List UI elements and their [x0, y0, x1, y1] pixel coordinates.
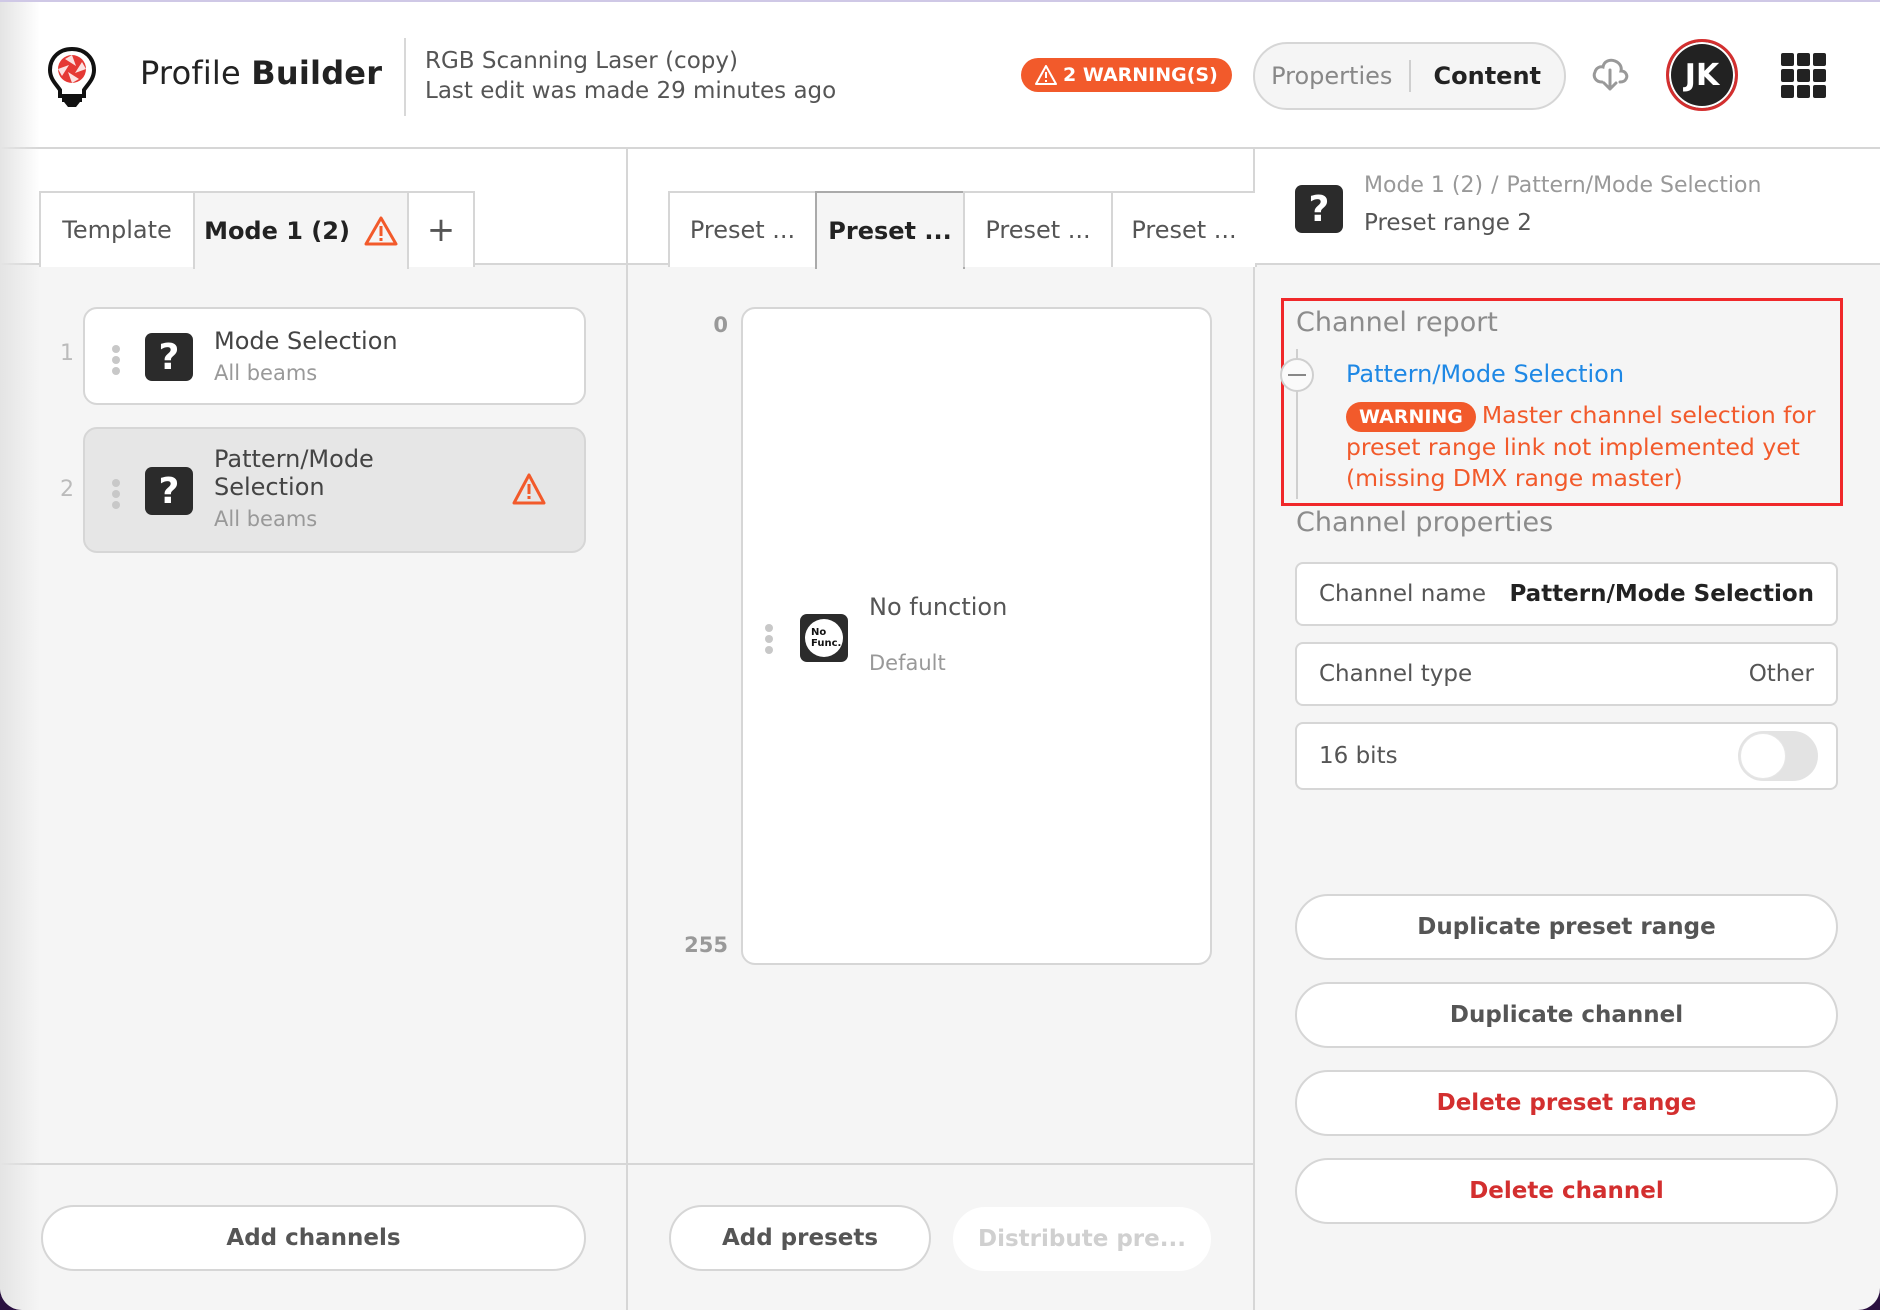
question-icon: ?	[1295, 185, 1343, 233]
profile-builder-app: Profile Builder RGB Scanning Laser (copy…	[0, 0, 1880, 1310]
channel-item-pattern-mode-selection[interactable]: ? Pattern/Mode Selection All beams	[83, 427, 586, 553]
duplicate-preset-range-button[interactable]: Duplicate preset range	[1295, 894, 1838, 960]
warning-icon	[512, 473, 546, 505]
channel-index: 2	[60, 477, 74, 502]
question-icon: ?	[145, 333, 193, 381]
plus-icon: +	[426, 210, 456, 250]
breadcrumb-mode[interactable]: Mode 1 (2)	[1364, 173, 1483, 198]
mode-tabs: Template Mode 1 (2) +	[0, 149, 626, 269]
breadcrumb: Mode 1 (2) / Pattern/Mode Selection	[1364, 173, 1761, 198]
app-title: Profile Builder	[140, 54, 382, 92]
apps-grid-icon[interactable]	[1781, 53, 1827, 99]
channel-name: Mode Selection	[214, 327, 398, 355]
warnings-count: 2 WARNING(S)	[1063, 64, 1218, 86]
tab-preset-1[interactable]: Preset ...	[668, 191, 817, 267]
channel-name-field[interactable]: Channel name Pattern/Mode Selection	[1295, 562, 1838, 626]
panel-footer-divider	[0, 1163, 626, 1165]
tab-label: Preset ...	[689, 216, 796, 244]
channel-name: Pattern/Mode Selection	[214, 445, 374, 501]
tab-label: Template	[62, 216, 172, 244]
channel-index: 1	[60, 341, 74, 366]
question-icon: ?	[145, 467, 193, 515]
channel-item-mode-selection[interactable]: ? Mode Selection All beams	[83, 307, 586, 405]
tab-preset-2[interactable]: Preset ...	[815, 191, 965, 269]
toggle-knob	[1740, 733, 1786, 779]
breadcrumb-separator: /	[1491, 173, 1499, 198]
channel-type-value[interactable]: Other	[1749, 661, 1814, 687]
preset-name[interactable]: No function	[869, 593, 1007, 621]
tab-label: Preset ...	[985, 216, 1091, 244]
sixteen-bits-toggle[interactable]	[1738, 731, 1818, 781]
header-divider	[404, 38, 406, 116]
no-function-icon: No Func.	[800, 614, 848, 662]
selection-header: ? Mode 1 (2) / Pattern/Mode Selection Pres…	[1255, 149, 1880, 265]
no-function-icon-line2: Func.	[811, 638, 842, 649]
cloud-download-icon[interactable]	[1590, 54, 1630, 94]
app-title-bold: Builder	[251, 54, 383, 92]
range-end-label: 255	[684, 933, 728, 957]
last-edit-status: Last edit was made 29 minutes ago	[425, 78, 837, 104]
view-toggle-properties[interactable]: Properties	[1255, 62, 1409, 90]
report-message: WARNING Master channel selection for pres…	[1346, 400, 1836, 494]
delete-preset-range-button[interactable]: Delete preset range	[1295, 1070, 1838, 1136]
collapse-icon[interactable]	[1280, 358, 1314, 392]
app-header: Profile Builder RGB Scanning Laser (copy…	[0, 2, 1880, 149]
channel-type-field[interactable]: Channel type Other	[1295, 642, 1838, 706]
warning-chip: WARNING	[1346, 402, 1476, 432]
channel-beams: All beams	[214, 507, 318, 531]
lightbulb-aperture-logo	[47, 46, 97, 107]
warnings-badge[interactable]: 2 WARNING(S)	[1021, 58, 1232, 92]
channel-beams: All beams	[214, 361, 318, 385]
field-label: Channel name	[1319, 581, 1486, 607]
breadcrumb-channel[interactable]: Pattern/Mode Selection	[1507, 173, 1762, 198]
channel-name-value[interactable]: Pattern/Mode Selection	[1509, 581, 1814, 607]
user-avatar[interactable]: JK	[1666, 39, 1738, 111]
tab-template[interactable]: Template	[39, 191, 195, 267]
app-title-prefix: Profile	[140, 54, 241, 92]
add-channels-button[interactable]: Add channels	[41, 1205, 586, 1271]
range-start-label: 0	[713, 313, 728, 337]
tab-mode-1[interactable]: Mode 1 (2)	[193, 191, 409, 269]
warning-icon	[1035, 65, 1057, 85]
view-toggle-content[interactable]: Content	[1411, 62, 1565, 90]
channel-properties-label: Channel properties	[1296, 507, 1554, 538]
tab-label: Preset ...	[828, 217, 952, 245]
duplicate-channel-button[interactable]: Duplicate channel	[1295, 982, 1838, 1048]
add-presets-button[interactable]: Add presets	[669, 1205, 931, 1271]
channel-report-label: Channel report	[1296, 307, 1498, 338]
delete-channel-button[interactable]: Delete channel	[1295, 1158, 1838, 1224]
warning-icon	[364, 216, 398, 246]
field-label: Channel type	[1319, 661, 1473, 687]
tab-preset-4[interactable]: Preset ...	[1111, 191, 1257, 267]
view-toggle: Properties Content	[1253, 42, 1566, 110]
drag-handle-icon[interactable]	[112, 345, 120, 375]
field-label: 16 bits	[1319, 743, 1398, 769]
tab-label: Preset ...	[1131, 216, 1237, 244]
add-mode-button[interactable]: +	[407, 191, 475, 267]
tab-preset-3[interactable]: Preset ...	[963, 191, 1113, 267]
preset-sub: Default	[869, 651, 946, 675]
selection-title: Preset range 2	[1364, 210, 1532, 236]
preset-tabs: Preset ... Preset ... Preset ... Preset …	[628, 149, 1257, 269]
document-info: RGB Scanning Laser (copy) Last edit was …	[425, 46, 836, 106]
presets-panel: Preset ... Preset ... Preset ... Preset …	[628, 149, 1257, 1310]
document-title: RGB Scanning Laser (copy)	[425, 48, 738, 74]
no-function-icon-line1: No	[811, 627, 827, 638]
sixteen-bits-field: 16 bits	[1295, 722, 1838, 790]
drag-handle-icon[interactable]	[765, 624, 773, 654]
panel-footer-divider	[628, 1163, 1253, 1165]
distribute-presets-button[interactable]: Distribute pre...	[953, 1207, 1211, 1271]
drag-handle-icon[interactable]	[112, 479, 120, 509]
report-channel-link[interactable]: Pattern/Mode Selection	[1346, 360, 1624, 388]
channels-panel: Template Mode 1 (2) + 1 ? Mode Selection…	[0, 149, 628, 1310]
properties-panel: ? Mode 1 (2) / Pattern/Mode Selection Pres…	[1255, 149, 1880, 1310]
tab-label: Mode 1 (2)	[204, 217, 350, 245]
